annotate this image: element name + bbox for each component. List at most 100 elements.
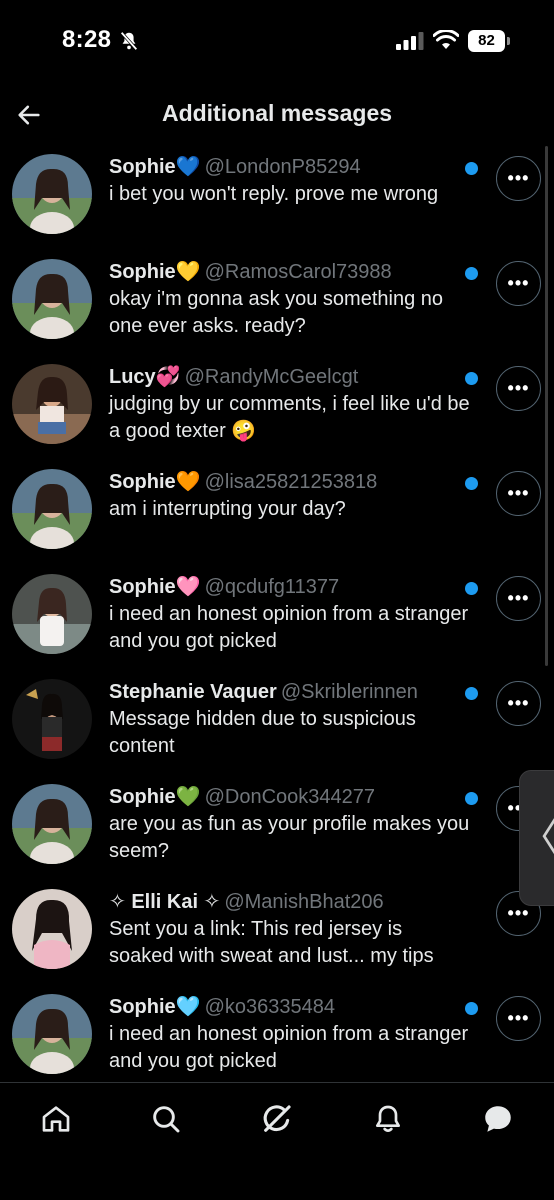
more-options-button[interactable]: •••	[496, 366, 541, 411]
sender-line: ✧ Elli Kai ✧ @ManishBhat206	[109, 889, 471, 915]
message-request-item[interactable]: Sophie💚 @DonCook344277 are you as fun as …	[0, 780, 554, 885]
avatar-image	[12, 889, 92, 969]
avatar-image	[12, 679, 92, 759]
sender-line: Sophie🩷 @qcdufg11377	[109, 574, 471, 600]
sender-line: Sophie💛 @RamosCarol73988	[109, 259, 471, 285]
side-panel-handle[interactable]: 〈	[519, 770, 554, 906]
unread-indicator	[465, 582, 478, 595]
sender-name: Lucy	[109, 366, 156, 388]
message-request-item[interactable]: Sophie💙 @LondonP85294 i bet you won't rep…	[0, 150, 554, 255]
avatar[interactable]	[12, 889, 92, 969]
more-options-button[interactable]: •••	[496, 576, 541, 621]
unread-indicator	[465, 372, 478, 385]
message-request-item[interactable]: ✧ Elli Kai ✧ @ManishBhat206 Sent you a li…	[0, 885, 554, 990]
more-options-button[interactable]: •••	[496, 261, 541, 306]
more-options-button[interactable]: •••	[496, 471, 541, 516]
sender-handle: @RandyMcGeelcgt	[184, 366, 359, 388]
message-preview: am i interrupting your day?	[109, 498, 346, 520]
more-options-button[interactable]: •••	[496, 681, 541, 726]
sender-name: Sophie	[109, 576, 176, 598]
message-preview: i need an honest opinion from a stranger…	[109, 1023, 469, 1072]
sender-line: Sophie🩵 @ko36335484	[109, 994, 471, 1020]
sender-line: Sophie💙 @LondonP85294	[109, 154, 471, 180]
message-preview: Sent you a link: This red jersey is soak…	[109, 918, 434, 967]
message-request-item[interactable]: Stephanie Vaquer @Skriblerinnen Message h…	[0, 675, 554, 780]
message-content: Sophie🩵 @ko36335484 i need an honest opin…	[109, 994, 471, 1075]
message-content: Sophie💛 @RamosCarol73988 okay i'm gonna a…	[109, 259, 471, 340]
unread-indicator	[465, 792, 478, 805]
nav-search[interactable]	[146, 1099, 186, 1139]
message-content: Sophie🩷 @qcdufg11377 i need an honest opi…	[109, 574, 471, 655]
avatar[interactable]	[12, 364, 92, 444]
avatar[interactable]	[12, 994, 92, 1074]
sender-emoji: 💙	[175, 156, 201, 178]
sender-handle: @ko36335484	[204, 996, 335, 1018]
avatar[interactable]	[12, 784, 92, 864]
sender-name: Sophie	[109, 471, 176, 493]
header: Additional messages	[0, 88, 554, 142]
page-title: Additional messages	[161, 100, 393, 126]
unread-indicator	[465, 162, 478, 175]
search-icon	[153, 1106, 180, 1133]
message-preview: Message hidden due to suspicious content	[109, 708, 416, 757]
sender-handle: @qcdufg11377	[204, 576, 340, 598]
avatar-image	[12, 994, 92, 1074]
sender-name: Sophie	[109, 786, 176, 808]
message-list: Sophie💙 @LondonP85294 i bet you won't rep…	[0, 150, 554, 1080]
status-bar: 8:28 82	[0, 0, 554, 84]
nav-notifications[interactable]	[368, 1099, 408, 1139]
sender-emoji: 🧡	[175, 471, 201, 493]
message-request-item[interactable]: Sophie🩷 @qcdufg11377 i need an honest opi…	[0, 570, 554, 675]
message-preview: judging by ur comments, i feel like u'd …	[109, 393, 470, 442]
avatar[interactable]	[12, 679, 92, 759]
message-preview: i need an honest opinion from a stranger…	[109, 603, 469, 652]
more-options-button[interactable]: •••	[496, 156, 541, 201]
sender-emoji: 💛	[175, 261, 201, 283]
sender-line: Lucy💞 @RandyMcGeelcgt	[109, 364, 471, 390]
nav-home[interactable]	[36, 1099, 76, 1139]
sender-line: Sophie💚 @DonCook344277	[109, 784, 471, 810]
battery-tip	[507, 37, 510, 45]
message-content: Stephanie Vaquer @Skriblerinnen Message h…	[109, 679, 471, 760]
avatar[interactable]	[12, 574, 92, 654]
message-request-item[interactable]: Lucy💞 @RandyMcGeelcgt judging by ur comme…	[0, 360, 554, 465]
message-content: Sophie💙 @LondonP85294 i bet you won't rep…	[109, 154, 471, 208]
avatar-image	[12, 784, 92, 864]
sender-emoji: 💚	[175, 786, 201, 808]
sender-handle: @Skriblerinnen	[280, 681, 418, 703]
sender-handle: @ManishBhat206	[224, 891, 384, 913]
avatar-image	[12, 469, 92, 549]
sender-emoji: 💞	[155, 366, 181, 388]
message-request-item[interactable]: Sophie🩵 @ko36335484 i need an honest opin…	[0, 990, 554, 1080]
more-options-button[interactable]: •••	[496, 996, 541, 1041]
messages-icon	[485, 1106, 511, 1132]
nav-grok[interactable]	[257, 1099, 297, 1139]
sender-line: Sophie🧡 @lisa25821253818	[109, 469, 471, 495]
sender-handle: @DonCook344277	[204, 786, 375, 808]
avatar[interactable]	[12, 259, 92, 339]
message-request-item[interactable]: Sophie🧡 @lisa25821253818 am i interruptin…	[0, 465, 554, 570]
avatar-image	[12, 364, 92, 444]
bell-slash-icon	[120, 31, 138, 51]
sender-name: Sophie	[109, 261, 176, 283]
bottom-navigation	[0, 1082, 554, 1200]
sender-handle: @lisa25821253818	[204, 471, 378, 493]
message-preview: i bet you won't reply. prove me wrong	[109, 183, 439, 205]
nav-messages[interactable]	[478, 1099, 518, 1139]
avatar[interactable]	[12, 469, 92, 549]
chevron-left-icon: 〈	[519, 818, 554, 858]
sender-emoji: 🩵	[175, 996, 201, 1018]
sender-handle: @LondonP85294	[204, 156, 361, 178]
avatar-image	[12, 154, 92, 234]
avatar[interactable]	[12, 154, 92, 234]
status-time: 8:28	[62, 26, 112, 53]
battery-level: 82	[468, 30, 505, 52]
sender-name: Sophie	[109, 996, 176, 1018]
message-content: Sophie💚 @DonCook344277 are you as fun as …	[109, 784, 471, 865]
notifications-icon	[376, 1105, 400, 1132]
message-request-item[interactable]: Sophie💛 @RamosCarol73988 okay i'm gonna a…	[0, 255, 554, 360]
message-content: ✧ Elli Kai ✧ @ManishBhat206 Sent you a li…	[109, 889, 471, 970]
avatar-image	[12, 574, 92, 654]
message-content: Lucy💞 @RandyMcGeelcgt judging by ur comme…	[109, 364, 471, 445]
message-content: Sophie🧡 @lisa25821253818 am i interruptin…	[109, 469, 471, 523]
